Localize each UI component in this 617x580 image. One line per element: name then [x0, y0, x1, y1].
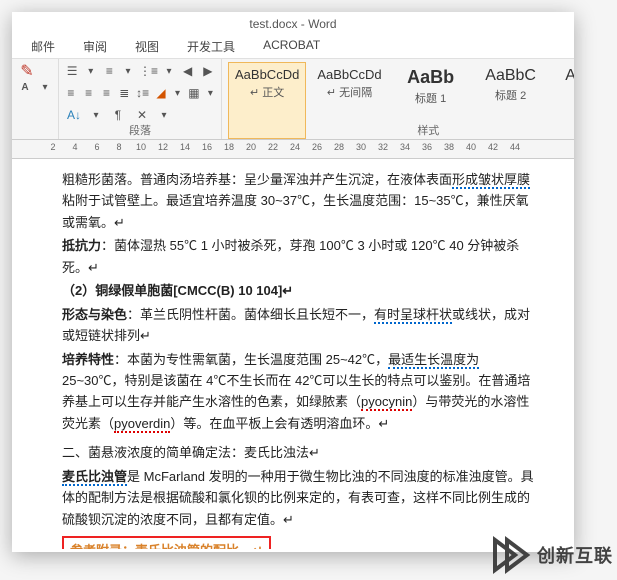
ruler[interactable]: 2468101214161820222426283032343638404244	[12, 140, 574, 159]
document-body[interactable]: 粗糙形菌落。普通肉汤培养基：呈少量浑浊并产生沉淀，在液体表面形成皱状厚膜粘附于试…	[12, 159, 574, 549]
chevron-down-icon[interactable]: ▾	[157, 108, 171, 122]
chevron-down-icon[interactable]: ▾	[206, 86, 215, 100]
title-bar: test.docx - Word	[12, 12, 574, 36]
multilevel-list-icon[interactable]: ⋮≡	[140, 62, 158, 80]
borders-icon[interactable]: ▦	[188, 84, 200, 102]
indent-icon[interactable]: ▶	[201, 62, 215, 80]
outdent-icon[interactable]: ◀	[181, 62, 195, 80]
ribbon: ✎ A ▾ ☰ ▾ ≡ ▾ ⋮≡ ▾ ◀ ▶ ≡ ≡ ≡ ≣ ↕≡ ◢ ▾ ▦ ▾	[12, 59, 574, 140]
chevron-down-icon[interactable]: ▾	[89, 108, 103, 122]
style-name: ↵ 无间隔	[317, 84, 381, 100]
font-bold-icon[interactable]: A	[18, 80, 32, 94]
para-bookmark: 参考附录：麦氏比浊管的配比。↵	[62, 536, 534, 549]
para: 培养特性：本菌为专性需氧菌，生长温度范围 25~42℃，最适生长温度为 25~3…	[62, 349, 534, 435]
style-name: 标题 1	[400, 90, 462, 106]
tab-review[interactable]: 审阅	[69, 36, 121, 58]
group-styles-label: 样式	[222, 122, 574, 138]
bullet-list-icon[interactable]: ☰	[65, 62, 79, 80]
ruler-marks: 2468101214161820222426283032343638404244	[42, 142, 526, 152]
para-heading: （2）铜绿假单胞菌[CMCC(B) 10 104]↵	[62, 280, 534, 301]
watermark-logo-icon	[489, 534, 531, 576]
para: 抵抗力：菌体湿热 55℃ 1 小时被杀死，芽孢 100℃ 3 小时或 120℃ …	[62, 235, 534, 278]
tab-dev[interactable]: 开发工具	[173, 36, 249, 58]
tab-acrobat[interactable]: ACROBAT	[249, 36, 334, 58]
group-paragraph-label: 段落	[59, 122, 221, 138]
ribbon-tabs: 邮件 审阅 视图 开发工具 ACROBAT	[12, 36, 574, 59]
chevron-down-icon[interactable]: ▾	[85, 64, 96, 78]
align-center-icon[interactable]: ≡	[83, 84, 95, 102]
chevron-down-icon[interactable]: ▾	[122, 64, 133, 78]
para: 形态与染色：革兰氏阴性杆菌。菌体细长且长短不一，有时呈球杆状或线状，成对或短链状…	[62, 304, 534, 347]
style-name: 标题 2	[480, 87, 542, 103]
para-heading: 二、菌悬液浓度的简单确定法：麦氏比浊法↵	[62, 442, 534, 463]
shading-icon[interactable]: ◢	[155, 84, 167, 102]
chevron-down-icon[interactable]: ▾	[173, 86, 182, 100]
numbered-list-icon[interactable]: ≡	[102, 62, 116, 80]
style-name: ↵ 正文	[235, 84, 299, 100]
style-preview: AaBb	[400, 67, 462, 88]
style-preview: AaBbCcDd	[235, 67, 299, 82]
style-preview: AaBbCcDd	[317, 67, 381, 82]
tab-mail[interactable]: 邮件	[17, 36, 69, 58]
window-title: test.docx - Word	[249, 17, 336, 31]
style-preview: AaBbC	[560, 67, 574, 85]
watermark: 创新互联	[489, 534, 613, 576]
line-spacing-icon[interactable]: ↕≡	[136, 84, 149, 102]
watermark-text: 创新互联	[537, 542, 613, 568]
chevron-down-icon[interactable]: ▾	[38, 80, 52, 94]
chevron-down-icon[interactable]: ▾	[164, 64, 175, 78]
align-justify-icon[interactable]: ≣	[118, 84, 130, 102]
format-painter-icon[interactable]: ✎	[18, 62, 36, 80]
align-right-icon[interactable]: ≡	[101, 84, 113, 102]
style-name: 标题	[560, 87, 574, 103]
align-left-icon[interactable]: ≡	[65, 84, 77, 102]
tab-view[interactable]: 视图	[121, 36, 173, 58]
bookmark-boxed-text[interactable]: 参考附录：麦氏比浊管的配比。↵	[62, 536, 271, 549]
para: 麦氏比浊管是 McFarland 发明的一种用于微生物比浊的不同浊度的标准浊度管…	[62, 466, 534, 530]
style-preview: AaBbC	[480, 67, 542, 85]
para: 粗糙形菌落。普通肉汤培养基：呈少量浑浊并产生沉淀，在液体表面形成皱状厚膜粘附于试…	[62, 169, 534, 233]
